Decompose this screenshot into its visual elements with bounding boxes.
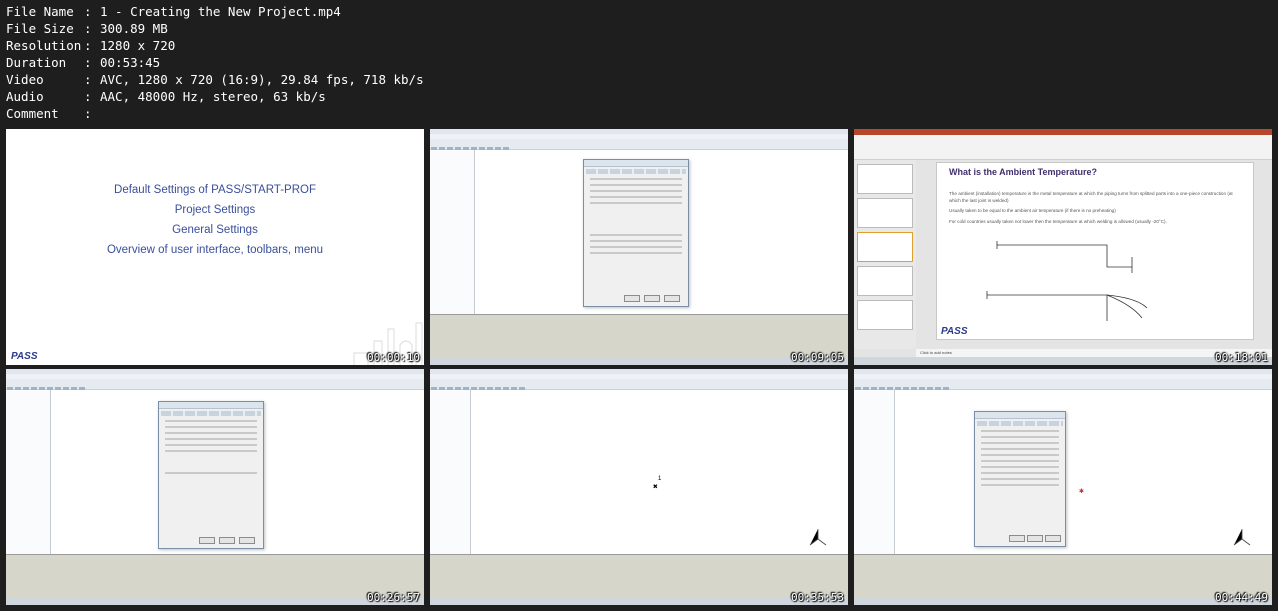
- file-info: File Name:1 - Creating the New Project.m…: [6, 3, 424, 122]
- object-tree-panel: [854, 390, 895, 555]
- piping-diagram: [986, 241, 1148, 321]
- file-info-row-size: File Size:300.89 MB: [6, 21, 168, 36]
- timestamp: 00:00:10: [367, 351, 420, 364]
- taskbar: [854, 357, 1272, 365]
- file-info-row-video: Video: AVC, 1280 x 720 (16:9), 29.84 fps,…: [6, 72, 424, 87]
- ok-button[interactable]: [199, 537, 215, 544]
- help-button[interactable]: [1045, 535, 1061, 542]
- thumbnail-6[interactable]: ✱ 00:44:49: [854, 369, 1272, 605]
- taskbar: [854, 597, 1272, 605]
- help-button[interactable]: [664, 295, 680, 302]
- pass-logo: PASS: [11, 351, 38, 362]
- error-messages-pane: [430, 554, 848, 597]
- thumbnail-3[interactable]: What is the Ambient Temperature? The amb…: [854, 129, 1272, 365]
- slide-line: Default Settings of PASS/START-PROF: [114, 184, 316, 196]
- project-settings-dialog: [583, 159, 689, 307]
- timestamp: 00:18:01: [1215, 351, 1268, 364]
- slide-line: Overview of user interface, toolbars, me…: [106, 244, 324, 256]
- ok-button[interactable]: [624, 295, 640, 302]
- error-messages-pane: [6, 554, 424, 597]
- thumbnail-2[interactable]: 00:09:05: [430, 129, 848, 365]
- slide-title: What is the Ambient Temperature?: [949, 167, 1098, 177]
- timestamp: 00:44:49: [1215, 591, 1268, 604]
- cancel-button[interactable]: [644, 295, 660, 302]
- taskbar: [430, 597, 848, 605]
- file-info-row-audio: Audio: AAC, 48000 Hz, stereo, 63 kb/s: [6, 89, 326, 104]
- thumbnail-4[interactable]: 00:26:57: [6, 369, 424, 605]
- thumbnail-1[interactable]: Default Settings of PASS/START-PROF Proj…: [6, 129, 424, 365]
- node-marker-icon: ✖: [653, 482, 658, 491]
- help-button[interactable]: [239, 537, 255, 544]
- ribbon: [854, 129, 1272, 160]
- file-info-row-resolution: Resolution:1280 x 720: [6, 38, 176, 53]
- pass-logo: PASS: [941, 326, 968, 337]
- file-info-row-duration: Duration:00:53:45: [6, 55, 161, 70]
- cancel-button[interactable]: [219, 537, 235, 544]
- taskbar: [6, 597, 424, 605]
- slide-line: Project Settings: [174, 204, 256, 216]
- object-tree-panel: [430, 390, 471, 555]
- timestamp: 00:09:05: [791, 351, 844, 364]
- properties-panel: [430, 150, 475, 315]
- slide-canvas: What is the Ambient Temperature? The amb…: [936, 162, 1254, 340]
- error-messages-pane: [430, 314, 848, 357]
- settings-dialog: [974, 411, 1066, 547]
- timestamp: 00:26:57: [367, 591, 420, 604]
- toolbar: [6, 379, 424, 392]
- thumbnail-5[interactable]: ✖ 1 00:35:53: [430, 369, 848, 605]
- slide-body: The ambient (installation) temperature i…: [949, 191, 1233, 224]
- slide-line: General Settings: [172, 224, 258, 236]
- axes-icon: [1233, 529, 1251, 546]
- toolbar: [854, 379, 1272, 392]
- axes-icon: [809, 529, 827, 546]
- file-info-row-name: File Name:1 - Creating the New Project.m…: [6, 4, 341, 19]
- toolbar: [430, 379, 848, 392]
- ok-button[interactable]: [1009, 535, 1025, 542]
- slide-list: [854, 160, 916, 349]
- node-label: 1: [658, 476, 662, 482]
- model-canvas: ✖ 1: [471, 390, 848, 555]
- timestamp: 00:35:53: [791, 591, 844, 604]
- taskbar: [430, 357, 848, 365]
- toolbar: [430, 139, 848, 152]
- file-info-row-comment: Comment:: [6, 106, 92, 121]
- error-messages-pane: [854, 554, 1272, 597]
- cancel-button[interactable]: [1027, 535, 1043, 542]
- node-marker-icon: ✱: [1079, 486, 1084, 495]
- properties-panel: [6, 390, 51, 555]
- project-settings-dialog: [158, 401, 264, 549]
- model-canvas: ✱: [895, 390, 1272, 555]
